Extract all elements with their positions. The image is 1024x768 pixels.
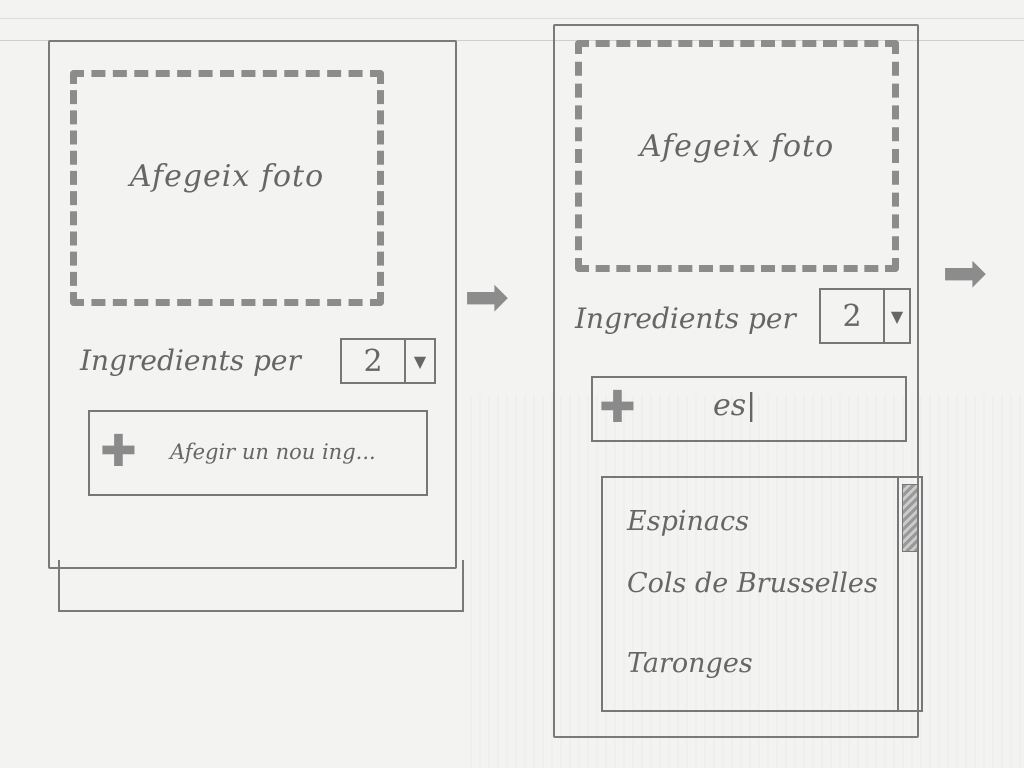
screen-1-frame: Afegeix foto Ingredients per 2 ▼ ✚ Afegi…	[48, 40, 457, 569]
ingredients-per-label: Ingredients per	[80, 344, 301, 377]
servings-value: 2	[363, 343, 383, 379]
triangle-down-icon[interactable]: ▼	[404, 340, 434, 382]
add-ingredient-input-text: es|	[713, 388, 757, 423]
add-ingredient-field[interactable]: ✚ Afegir un nou ing...	[88, 410, 428, 496]
ingredients-per-label: Ingredients per	[575, 302, 796, 335]
suggestion-item[interactable]: Taronges	[627, 648, 753, 679]
arrow-right-icon: ➡	[464, 265, 510, 328]
triangle-down-icon[interactable]: ▼	[883, 290, 909, 342]
screen-1-back-frame	[58, 560, 464, 612]
add-photo-placeholder[interactable]: Afegeix foto	[575, 40, 899, 272]
add-ingredient-field[interactable]: ✚ es|	[591, 376, 907, 442]
ingredient-suggestions-dropdown: Espinacs Cols de Brusselles Taronges	[601, 476, 923, 712]
servings-select[interactable]: 2 ▼	[819, 288, 911, 344]
scrollbar-thumb[interactable]	[902, 484, 918, 552]
add-ingredient-placeholder: Afegir un nou ing...	[170, 440, 376, 464]
add-photo-placeholder[interactable]: Afegeix foto	[70, 70, 384, 306]
add-photo-label: Afegeix foto	[639, 129, 835, 164]
servings-select[interactable]: 2 ▼	[340, 338, 436, 384]
dropdown-scrollbar[interactable]	[897, 478, 921, 710]
suggestion-item[interactable]: Espinacs	[627, 506, 749, 537]
servings-value: 2	[842, 298, 862, 334]
arrow-right-icon: ➡	[942, 241, 988, 304]
screen-2-frame: Afegeix foto Ingredients per 2 ▼ ✚ es| E…	[553, 24, 923, 738]
plus-icon: ✚	[599, 382, 636, 433]
add-photo-label: Afegeix foto	[129, 159, 325, 194]
suggestion-item[interactable]: Cols de Brusselles	[627, 568, 878, 599]
plus-icon: ✚	[100, 426, 137, 477]
